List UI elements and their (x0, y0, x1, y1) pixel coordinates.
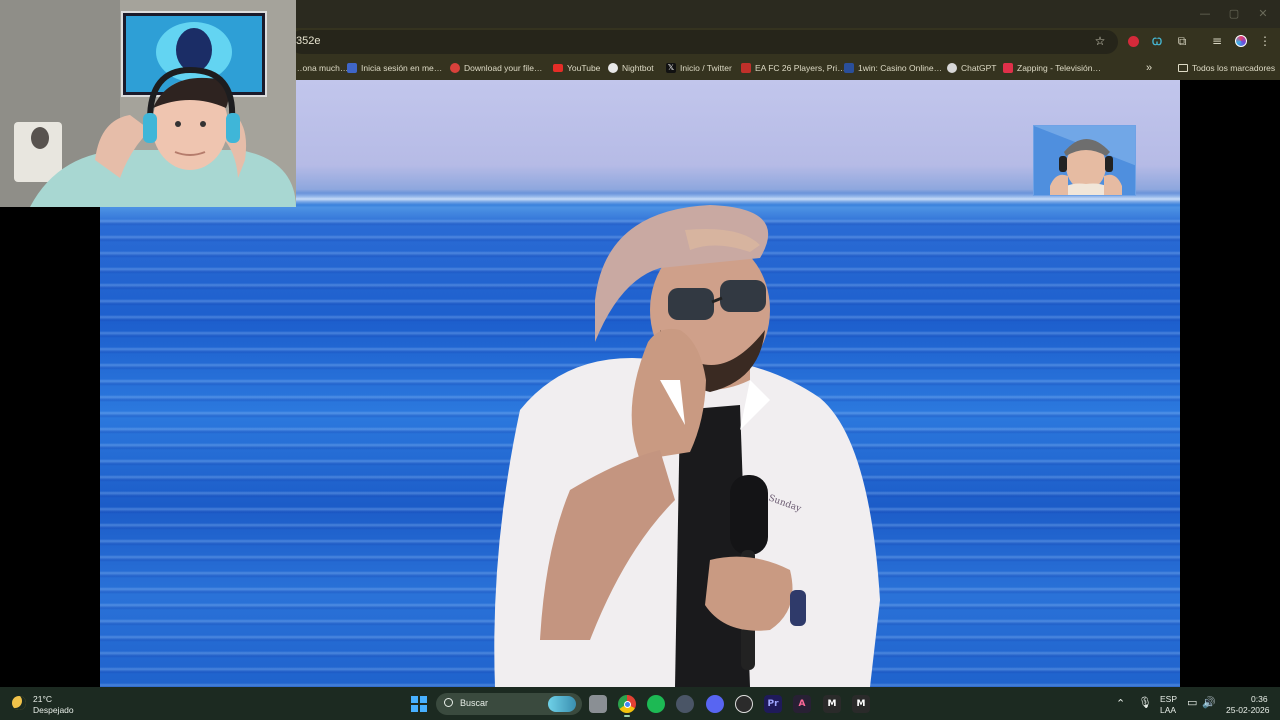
microphone-icon[interactable]: 🎙 (1138, 696, 1152, 709)
language-indicator[interactable]: ESP LAA (1160, 693, 1180, 717)
extensions-puzzle-icon[interactable]: ⧉ (1174, 33, 1190, 49)
language-top: ESP (1160, 694, 1178, 704)
weather-widget[interactable]: 21°C Despejado (12, 692, 92, 716)
bookmark-9[interactable]: Zapping - Televisión… (1003, 60, 1101, 76)
network-icon[interactable]: ▭ (1187, 696, 1197, 709)
bookmark-0[interactable]: …ona much… (294, 60, 348, 76)
bookmark-label: 1win: Casino Online… (858, 63, 943, 73)
spotify-icon[interactable] (647, 695, 665, 713)
all-bookmarks-button[interactable]: Todos los marcadores (1178, 60, 1275, 76)
bookmark-3[interactable]: YouTube (553, 60, 600, 76)
bookmark-label: Nightbot (622, 63, 654, 73)
clock[interactable]: 0:36 25-02-2026 (1222, 693, 1274, 717)
obs-icon[interactable] (735, 695, 753, 713)
weather-description: Despejado (33, 705, 74, 715)
bookmark-label: ChatGPT (961, 63, 997, 73)
screen: — ▢ ✕ 352e ☆ Ꞷ ⧉ ≡ ⋮ …ona much… Inicia s… (0, 0, 1280, 720)
maximize-icon[interactable]: ▢ (1224, 6, 1244, 22)
windows-start-icon[interactable] (410, 695, 428, 713)
profile-avatar-icon[interactable] (1233, 33, 1249, 49)
youtube-icon (553, 64, 563, 72)
ea-sports-icon (347, 63, 357, 73)
file-explorer-icon[interactable] (589, 695, 607, 713)
translate-extension-icon[interactable]: Ꞷ (1149, 33, 1165, 49)
volume-icon[interactable]: 🔊 (1202, 696, 1216, 709)
bookmark-6[interactable]: EA FC 26 Players, Pri… (741, 60, 846, 76)
minimize-icon[interactable]: — (1195, 6, 1215, 22)
futbin-icon (741, 63, 751, 73)
nightbot-icon (608, 63, 618, 73)
bookmark-2[interactable]: Download your file… (450, 60, 542, 76)
bookmark-label: Inicio / Twitter (680, 63, 732, 73)
pip-overlay-image (1033, 125, 1136, 196)
streamer-webcam (0, 0, 296, 207)
bookmark-1[interactable]: Inicia sesión en me… (347, 60, 442, 76)
bookmark-label: …ona much… (294, 63, 349, 73)
bookmark-7[interactable]: 1win: Casino Online… (844, 60, 942, 76)
zapping-icon (1003, 63, 1013, 73)
chevron-double-right-icon: » (1146, 62, 1153, 74)
chrome-active-indicator (624, 715, 630, 717)
close-icon[interactable]: ✕ (1253, 6, 1273, 22)
media-app-icon[interactable] (676, 695, 694, 713)
download-site-icon (450, 63, 460, 73)
folder-icon (1178, 64, 1188, 72)
affinity-icon[interactable]: A (793, 695, 811, 713)
bookmark-star-icon[interactable]: ☆ (1092, 33, 1108, 49)
bookmark-label: YouTube (567, 63, 601, 73)
weather-temperature: 21°C (33, 694, 52, 704)
search-highlight-icon (548, 696, 576, 712)
bookmark-label: Zapping - Televisión… (1017, 63, 1101, 73)
chatgpt-icon (947, 63, 957, 73)
url-text: 352e (296, 35, 321, 47)
premiere-pro-icon[interactable]: Pr (764, 695, 782, 713)
search-label: Buscar (460, 698, 489, 708)
all-bookmarks-label: Todos los marcadores (1192, 63, 1276, 73)
app-m2-icon[interactable]: M (852, 695, 870, 713)
bookmark-label: Download your file… (464, 63, 543, 73)
x-icon: 𝕏 (666, 63, 676, 73)
clock-time: 0:36 (1251, 694, 1268, 704)
moon-icon (12, 696, 26, 710)
chrome-icon[interactable] (618, 695, 636, 713)
bookmark-5[interactable]: 𝕏 Inicio / Twitter (666, 60, 732, 76)
search-icon (444, 698, 453, 707)
media-controls-icon[interactable]: ≡ (1209, 33, 1225, 49)
bookmark-label: EA FC 26 Players, Pri… (755, 63, 846, 73)
bookmark-label: Inicia sesión en me… (361, 63, 443, 73)
bookmarks-overflow-button[interactable]: » (1146, 60, 1152, 76)
bookmark-8[interactable]: ChatGPT (947, 60, 996, 76)
clock-date: 25-02-2026 (1226, 705, 1270, 715)
taskbar (0, 687, 1280, 720)
discord-icon[interactable] (706, 695, 724, 713)
app-m-icon[interactable]: M (823, 695, 841, 713)
chevron-up-icon[interactable]: ⌃ (1116, 697, 1125, 710)
bookmark-4[interactable]: Nightbot (608, 60, 654, 76)
language-bottom: LAA (1160, 705, 1177, 715)
taskbar-search[interactable]: Buscar (436, 693, 582, 715)
address-bar[interactable] (290, 30, 1118, 54)
1win-icon (844, 63, 854, 73)
kebab-menu-icon[interactable]: ⋮ (1257, 33, 1273, 49)
extension-red-icon[interactable] (1125, 33, 1141, 49)
